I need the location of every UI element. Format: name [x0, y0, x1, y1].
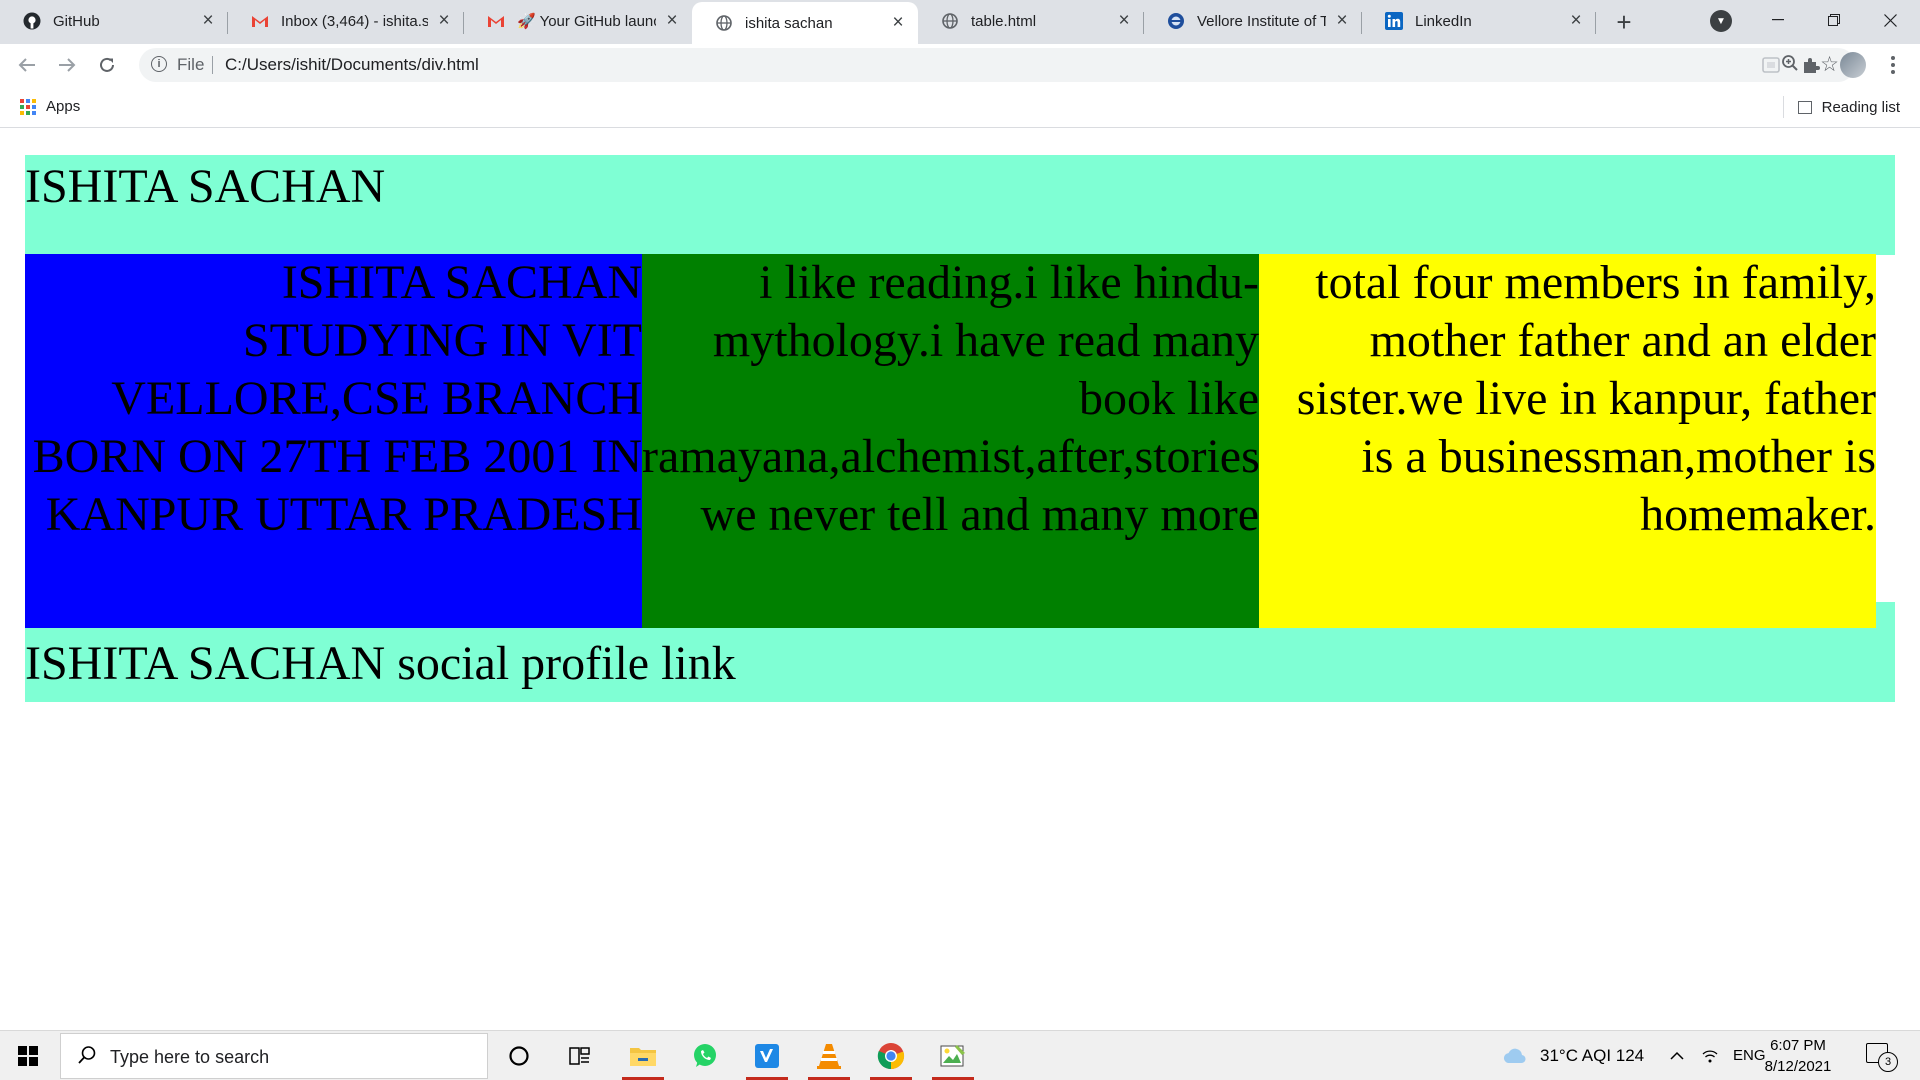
- search-icon: [77, 1045, 97, 1071]
- whatsapp-icon[interactable]: [680, 1031, 730, 1080]
- search-placeholder: Type here to search: [110, 1047, 270, 1067]
- browser-toolbar: i File C:/Users/ishit/Documents/div.html…: [0, 44, 1920, 86]
- web-page-content: ISHITA SACHAN ISHITA SACHAN social profi…: [0, 128, 1920, 1030]
- cloud-weather-icon: [1503, 1048, 1526, 1063]
- address-bar[interactable]: i File C:/Users/ishit/Documents/div.html…: [139, 48, 1855, 82]
- close-window-button[interactable]: [1862, 0, 1918, 40]
- language-indicator[interactable]: ENG: [1733, 1031, 1766, 1080]
- apps-grid-icon: [20, 98, 36, 115]
- tab-label: LinkedIn: [1415, 12, 1472, 30]
- column-about: ISHITA SACHAN STUDYING IN VIT VELLORE,CS…: [25, 254, 642, 628]
- tab-github[interactable]: GitHub ×: [0, 0, 228, 42]
- task-view-icon[interactable]: [555, 1031, 605, 1080]
- tab-strip: GitHub × Inbox (3,464) - ishita.s × 🚀 Yo…: [0, 0, 1920, 44]
- weather-widget[interactable]: 31°C AQI 124: [1502, 1031, 1644, 1080]
- tab-vit[interactable]: Vellore Institute of Tec ×: [1144, 0, 1362, 42]
- reload-icon[interactable]: [92, 50, 122, 80]
- url-scheme-label: File: [177, 55, 205, 74]
- vit-logo-icon: [1167, 12, 1185, 30]
- github-icon: [23, 12, 41, 30]
- tab-label: 🚀 Your GitHub launc: [517, 13, 656, 30]
- apps-label: Apps: [46, 98, 81, 115]
- apps-shortcut[interactable]: Apps: [20, 98, 80, 115]
- tab-ishita-sachan[interactable]: ishita sachan ×: [692, 2, 918, 44]
- notification-center-icon[interactable]: 3: [1866, 1043, 1898, 1072]
- chrome-icon[interactable]: [866, 1031, 916, 1080]
- notepad-image-icon[interactable]: [928, 1031, 978, 1080]
- forward-arrow-icon[interactable]: [52, 50, 82, 80]
- url-text[interactable]: C:/Users/ishit/Documents/div.html: [225, 55, 479, 75]
- file-explorer-icon[interactable]: [618, 1031, 668, 1080]
- column-hobbies: i like reading.i like hindu-mythology.i …: [642, 254, 1259, 628]
- tab-search-icon[interactable]: ▼: [1710, 10, 1732, 32]
- back-arrow-icon[interactable]: [12, 50, 42, 80]
- gmail-icon: [251, 12, 269, 30]
- tab-gmail-github-launch[interactable]: 🚀 Your GitHub launc ×: [464, 0, 692, 42]
- extensions-puzzle-icon[interactable]: [1798, 52, 1824, 78]
- cortana-icon[interactable]: [494, 1031, 544, 1080]
- footer-text: ISHITA SACHAN social profile link: [25, 637, 736, 690]
- gmail-icon: [487, 12, 505, 30]
- vlc-player-icon[interactable]: [804, 1031, 854, 1080]
- taskbar-search-box[interactable]: Type here to search: [60, 1033, 488, 1079]
- close-icon[interactable]: ×: [662, 10, 682, 31]
- tab-label: Vellore Institute of Tec: [1197, 12, 1326, 30]
- tab-label: Inbox (3,464) - ishita.s: [281, 12, 428, 30]
- close-icon[interactable]: ×: [198, 10, 218, 31]
- taskbar-clock[interactable]: 6:07 PM 8/12/2021: [1762, 1035, 1834, 1077]
- close-icon[interactable]: ×: [434, 10, 454, 31]
- close-icon[interactable]: ×: [1566, 10, 1586, 31]
- tab-label: GitHub: [53, 12, 100, 30]
- wifi-icon[interactable]: [1702, 1031, 1718, 1080]
- clock-date: 8/12/2021: [1764, 1058, 1832, 1075]
- tab-linkedin[interactable]: LinkedIn ×: [1362, 0, 1596, 42]
- tab-label: ishita sachan: [745, 14, 833, 32]
- show-hidden-icons-chevron-icon[interactable]: [1670, 1031, 1684, 1080]
- close-icon[interactable]: ×: [1332, 10, 1352, 31]
- windows-start-icon[interactable]: [18, 1046, 38, 1066]
- reading-list-icon: [1797, 100, 1812, 114]
- reading-list-label: Reading list: [1821, 98, 1900, 116]
- profile-avatar[interactable]: [1840, 52, 1866, 78]
- close-icon[interactable]: ×: [1114, 10, 1134, 31]
- vscode-icon[interactable]: [742, 1031, 792, 1080]
- linkedin-icon: [1385, 12, 1403, 30]
- menu-kebab-icon[interactable]: [1880, 52, 1906, 78]
- new-tab-button[interactable]: +: [1610, 7, 1638, 37]
- column-family: total four members in family, mother fat…: [1259, 254, 1876, 628]
- notification-count-badge: 3: [1878, 1052, 1898, 1072]
- extension-box-icon[interactable]: [1758, 52, 1784, 78]
- globe-icon: [715, 14, 733, 32]
- bookmarks-bar: Apps Reading list: [0, 86, 1920, 128]
- clock-time: 6:07 PM: [1770, 1037, 1826, 1054]
- weather-text: 31°C AQI 124: [1540, 1045, 1645, 1065]
- close-icon[interactable]: ×: [888, 12, 908, 33]
- tab-label: table.html: [971, 12, 1037, 30]
- reading-list-button[interactable]: Reading list: [1782, 96, 1900, 118]
- tab-table-html[interactable]: table.html ×: [918, 0, 1144, 42]
- windows-taskbar: Type here to search 31°C AQI 124 ENG 6:0…: [0, 1030, 1920, 1080]
- info-icon[interactable]: i: [151, 56, 167, 72]
- globe-icon: [941, 12, 959, 30]
- header-title: ISHITA SACHAN: [25, 160, 386, 213]
- minimize-button[interactable]: [1750, 0, 1806, 40]
- tab-gmail-inbox[interactable]: Inbox (3,464) - ishita.s ×: [228, 0, 464, 42]
- restore-button[interactable]: [1806, 0, 1862, 40]
- header-section: ISHITA SACHAN: [25, 155, 1895, 255]
